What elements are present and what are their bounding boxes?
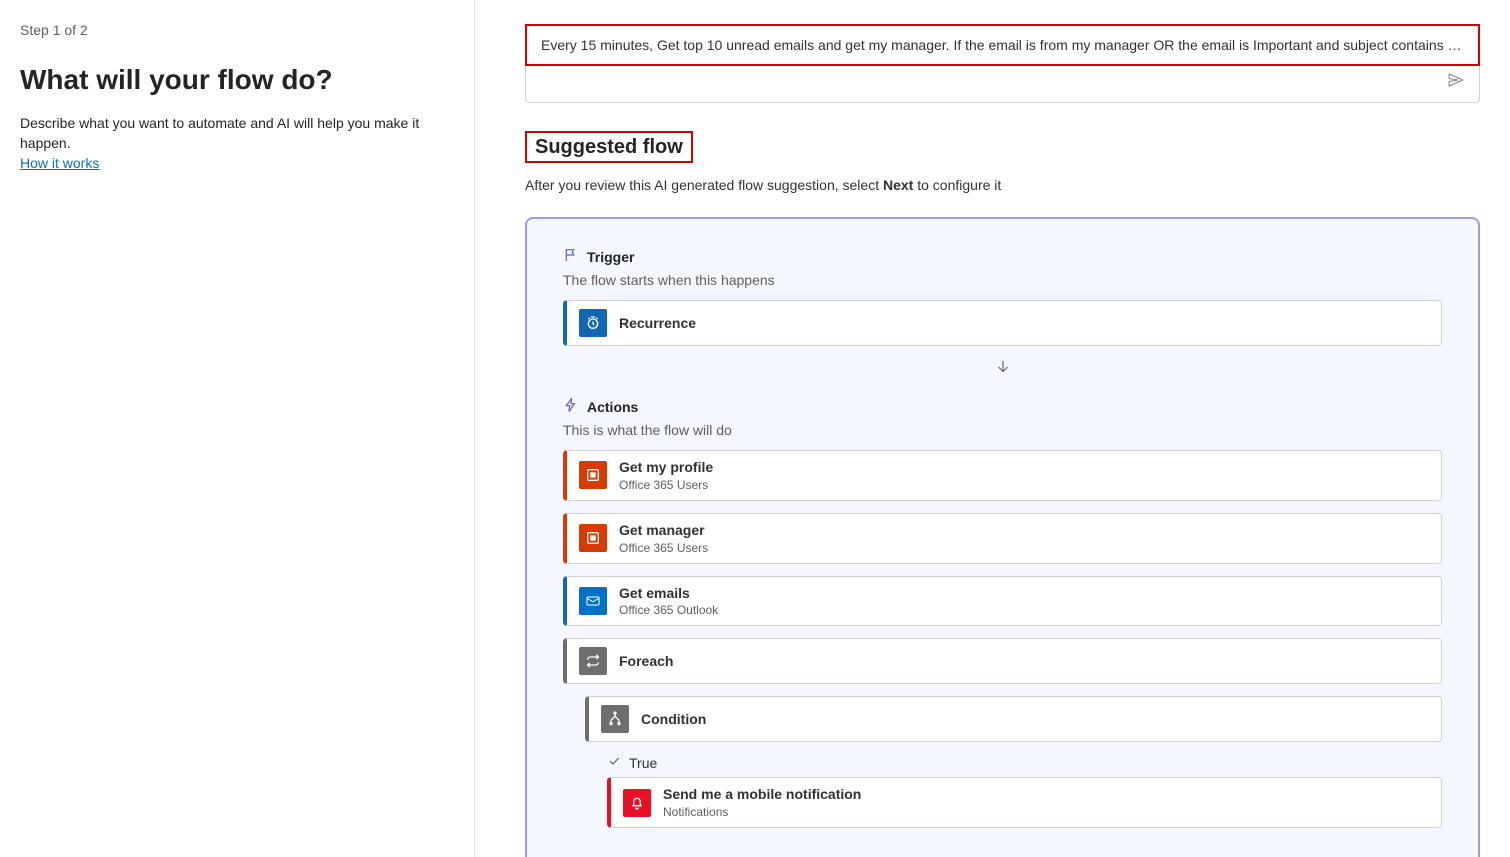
office-users-icon <box>579 461 607 489</box>
bolt-icon <box>563 397 579 416</box>
notification-sub: Notifications <box>663 805 861 819</box>
get-my-profile-sub: Office 365 Users <box>619 478 713 492</box>
flow-container: Trigger The flow starts when this happen… <box>525 217 1480 857</box>
send-row <box>526 65 1479 102</box>
actions-section-head: Actions <box>563 397 1442 416</box>
actions-label: Actions <box>587 399 638 415</box>
step-label: Step 1 of 2 <box>20 22 454 38</box>
how-it-works-link[interactable]: How it works <box>20 155 99 171</box>
condition-nested: True Send me a mobile notification Notif… <box>585 754 1442 828</box>
office-users-icon <box>579 524 607 552</box>
sub-post: to configure it <box>913 177 1001 193</box>
clock-icon <box>579 309 607 337</box>
get-manager-title: Get manager <box>619 522 708 539</box>
prompt-input[interactable]: Every 15 minutes, Get top 10 unread emai… <box>525 24 1480 66</box>
loop-icon <box>579 647 607 675</box>
get-manager-card[interactable]: Get manager Office 365 Users <box>563 513 1442 564</box>
send-icon[interactable] <box>1447 71 1465 92</box>
recurrence-title: Recurrence <box>619 315 696 332</box>
right-pane: Every 15 minutes, Get top 10 unread emai… <box>475 0 1510 857</box>
true-label: True <box>629 755 657 771</box>
page-subtext: Describe what you want to automate and A… <box>20 114 454 153</box>
foreach-title: Foreach <box>619 653 673 670</box>
notification-card[interactable]: Send me a mobile notification Notificati… <box>607 777 1442 828</box>
arrow-down-icon <box>563 358 1442 379</box>
trigger-label: Trigger <box>587 249 634 265</box>
page-title: What will your flow do? <box>20 64 454 96</box>
flag-icon <box>563 247 579 266</box>
foreach-nested: Condition True Send me a mobile notifica… <box>563 696 1442 828</box>
condition-card[interactable]: Condition <box>585 696 1442 742</box>
true-branch: True <box>607 754 1442 771</box>
trigger-desc: The flow starts when this happens <box>563 272 1442 288</box>
trigger-section-head: Trigger <box>563 247 1442 266</box>
prompt-box: Every 15 minutes, Get top 10 unread emai… <box>525 24 1480 103</box>
notification-title: Send me a mobile notification <box>663 786 861 803</box>
get-emails-title: Get emails <box>619 585 718 602</box>
foreach-card[interactable]: Foreach <box>563 638 1442 684</box>
recurrence-card[interactable]: Recurrence <box>563 300 1442 346</box>
suggested-flow-heading: Suggested flow <box>525 131 693 163</box>
left-pane: Step 1 of 2 What will your flow do? Desc… <box>0 0 475 857</box>
get-emails-card[interactable]: Get emails Office 365 Outlook <box>563 576 1442 627</box>
bell-icon <box>623 789 651 817</box>
get-emails-sub: Office 365 Outlook <box>619 603 718 617</box>
sub-pre: After you review this AI generated flow … <box>525 177 883 193</box>
suggested-flow-sub: After you review this AI generated flow … <box>525 177 1480 193</box>
actions-desc: This is what the flow will do <box>563 422 1442 438</box>
check-icon <box>607 754 621 771</box>
get-manager-sub: Office 365 Users <box>619 541 708 555</box>
condition-icon <box>601 705 629 733</box>
get-my-profile-card[interactable]: Get my profile Office 365 Users <box>563 450 1442 501</box>
condition-title: Condition <box>641 711 706 728</box>
outlook-icon <box>579 587 607 615</box>
sub-bold: Next <box>883 177 913 193</box>
get-my-profile-title: Get my profile <box>619 459 713 476</box>
